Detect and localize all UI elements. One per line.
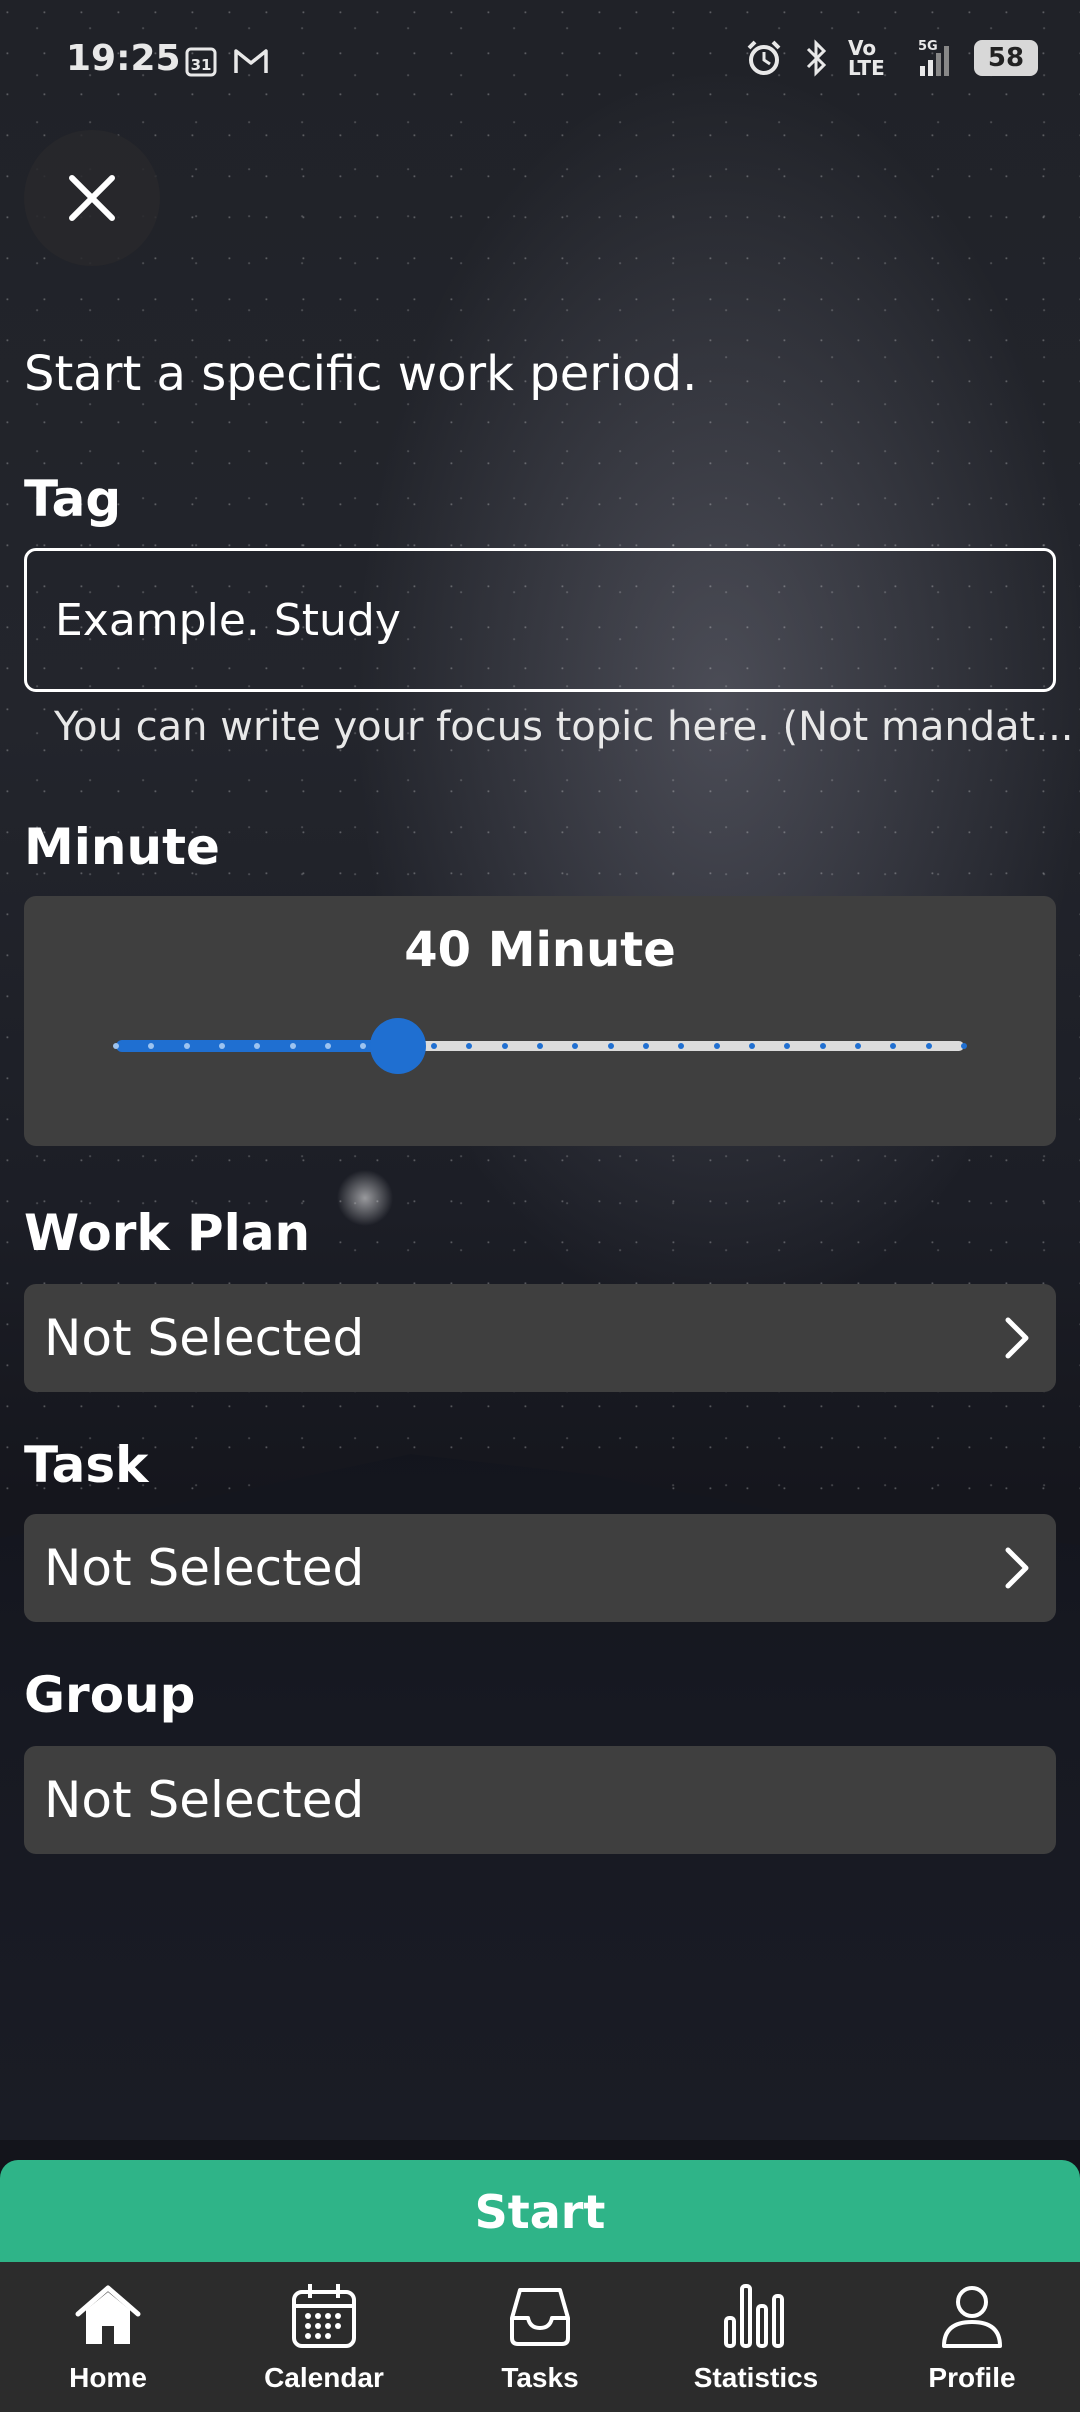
nav-label-tasks: Tasks xyxy=(501,2362,579,2393)
slider-tick xyxy=(183,1043,190,1049)
bottom-nav: Home Calendar Tasks Statistics Profile xyxy=(0,2262,1080,2412)
task-select[interactable]: Not Selected xyxy=(24,1514,1056,1622)
starry-sky-background xyxy=(0,0,1080,1500)
slider-tick xyxy=(607,1043,614,1049)
slider-tick xyxy=(431,1043,437,1049)
notification-icons: 31 xyxy=(184,44,270,78)
slider-thumb[interactable] xyxy=(370,1018,427,1074)
signal-5g-icon: 5G xyxy=(918,39,949,76)
nav-label-calendar: Calendar xyxy=(264,2362,384,2393)
gmail-icon xyxy=(234,49,268,73)
tag-label: Tag xyxy=(24,470,122,528)
status-time: 19:25 xyxy=(66,38,181,79)
slider-tick xyxy=(537,1043,543,1049)
slider-tick xyxy=(749,1043,755,1049)
work-plan-value: Not Selected xyxy=(44,1309,365,1367)
minute-value: 40 Minute xyxy=(404,922,676,978)
close-button[interactable] xyxy=(24,130,160,266)
system-icons: Vo LTE 5G 58 xyxy=(744,38,1038,78)
task-value: Not Selected xyxy=(44,1539,365,1597)
bluetooth-icon xyxy=(806,39,827,77)
network-type-text: 5G xyxy=(918,39,938,54)
group-label: Group xyxy=(24,1666,196,1724)
nav-item-home[interactable]: Home xyxy=(0,2262,216,2412)
nav-item-calendar[interactable]: Calendar xyxy=(216,2262,432,2412)
slider-tick xyxy=(325,1043,331,1049)
group-select[interactable]: Not Selected xyxy=(24,1746,1056,1854)
status-bar: 19:25 31 Vo LTE 5G 58 xyxy=(0,0,1080,124)
alarm-icon xyxy=(747,40,781,75)
tag-helper-text: You can write your focus topic here. (No… xyxy=(54,704,1074,750)
close-icon xyxy=(69,175,115,221)
home-icon xyxy=(75,2285,141,2344)
battery-indicator: 58 xyxy=(974,40,1038,76)
chevron-right-icon xyxy=(1005,1547,1029,1589)
nav-item-tasks[interactable]: Tasks xyxy=(432,2262,648,2412)
slider-tick xyxy=(219,1043,225,1049)
work-plan-label: Work Plan xyxy=(24,1204,311,1262)
minute-label: Minute xyxy=(24,818,220,876)
group-value: Not Selected xyxy=(44,1771,365,1829)
nav-label-profile: Profile xyxy=(928,2362,1016,2393)
person-icon xyxy=(942,2286,1002,2348)
calendar-notification-icon: 31 xyxy=(185,47,217,77)
slider-tick xyxy=(819,1043,826,1049)
minute-card: 40 Minute xyxy=(24,896,1056,1146)
nav-item-statistics[interactable]: Statistics xyxy=(648,2262,864,2412)
slider-tick xyxy=(713,1043,720,1049)
slider-tick xyxy=(925,1043,932,1049)
tray-icon xyxy=(510,2288,570,2346)
start-button[interactable]: Start xyxy=(0,2160,1080,2264)
chevron-right-icon xyxy=(1005,1317,1029,1359)
work-plan-select[interactable]: Not Selected xyxy=(24,1284,1056,1392)
intro-text: Start a specific work period. xyxy=(24,346,698,402)
nav-label-home: Home xyxy=(69,2362,147,2393)
task-label: Task xyxy=(24,1436,149,1494)
nav-label-statistics: Statistics xyxy=(693,2362,819,2393)
bar-chart-icon xyxy=(724,2284,784,2348)
tag-input[interactable] xyxy=(24,548,1056,692)
nav-item-profile[interactable]: Profile xyxy=(864,2262,1080,2412)
volte-label: Vo LTE xyxy=(848,36,885,80)
calendar-icon xyxy=(292,2284,356,2348)
slider-tick xyxy=(113,1043,119,1049)
slider-tick xyxy=(643,1043,649,1049)
slider-tick xyxy=(501,1043,508,1049)
minute-slider[interactable] xyxy=(113,1018,967,1074)
calendar-badge-text: 31 xyxy=(191,56,212,74)
slider-tick xyxy=(289,1043,296,1049)
slider-tick xyxy=(855,1043,861,1049)
slider-tick xyxy=(961,1043,967,1049)
